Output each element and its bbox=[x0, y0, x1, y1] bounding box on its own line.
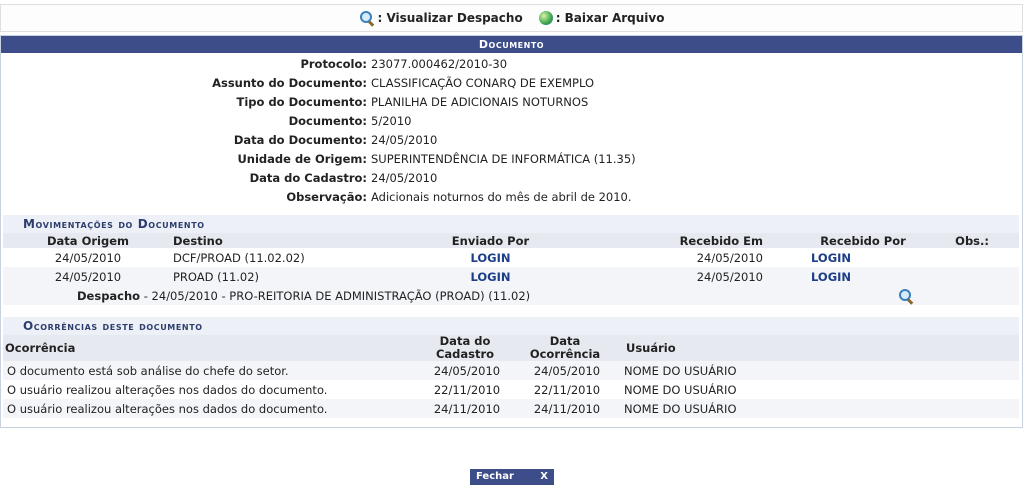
col-recebido-em: Recebido Em bbox=[623, 233, 793, 248]
col-enviado-por: Enviado Por bbox=[358, 233, 623, 248]
table-row: O documento está sob análise do chefe do… bbox=[3, 361, 1019, 380]
despacho-text: - 24/05/2010 - PRO-REITORIA DE ADMINISTR… bbox=[140, 288, 531, 303]
document-details: Protocolo: 23077.000462/2010-30 Assunto … bbox=[1, 55, 1022, 207]
sender-login-link[interactable]: LOGIN bbox=[470, 270, 510, 284]
cell-ocorrencia: O documento está sob análise do chefe do… bbox=[3, 361, 420, 380]
document-panel: Documento Protocolo: 23077.000462/2010-3… bbox=[0, 35, 1023, 428]
document-caption: Documento bbox=[1, 36, 1022, 53]
detail-value: Adicionais noturnos do mês de abril de 2… bbox=[371, 190, 632, 204]
cell-ocorrencia: O usuário realizou alterações nos dados … bbox=[7, 382, 328, 397]
cell-destino: PROAD (11.02) bbox=[173, 267, 358, 286]
cell-usuario: NOME DO USUÁRIO bbox=[620, 399, 1019, 418]
col-data-ocorrencia-line1: Data bbox=[549, 334, 581, 348]
table-row: O usuário realizou alterações nos dados … bbox=[3, 380, 1019, 399]
movements-caption: Movimentações do Documento bbox=[3, 215, 1019, 233]
view-despacho-icon[interactable] bbox=[898, 288, 914, 304]
detail-value: 5/2010 bbox=[371, 114, 412, 128]
detail-value: 24/05/2010 bbox=[371, 171, 438, 185]
cell-data-cadastro: 24/05/2010 bbox=[420, 361, 510, 380]
detail-row-observacao: Observação: Adicionais noturnos do mês d… bbox=[1, 188, 1022, 207]
col-ocorrencia: Ocorrência bbox=[3, 335, 420, 361]
detail-label: Documento: bbox=[288, 114, 367, 128]
view-despacho-label[interactable]: : Visualizar Despacho bbox=[378, 11, 523, 25]
col-obs: Obs.: bbox=[933, 233, 1019, 248]
detail-value: CLASSIFICAÇÃO CONARQ DE EXEMPLO bbox=[371, 76, 595, 90]
detail-label: Observação: bbox=[286, 190, 367, 204]
despacho-row: Despacho - 24/05/2010 - PRO-REITORIA DE … bbox=[3, 286, 1019, 305]
occurrences-caption: Ocorrências deste documento bbox=[3, 317, 1019, 335]
detail-label: Data do Documento: bbox=[233, 133, 367, 147]
action-toolbar: : Visualizar Despacho : Baixar Arquivo bbox=[0, 4, 1023, 32]
col-data-cadastro-line1: Data do bbox=[439, 334, 491, 348]
table-row: 24/05/2010 PROAD (11.02) LOGIN 24/05/201… bbox=[3, 267, 1019, 286]
detail-value: SUPERINTENDÊNCIA DE INFORMÁTICA (11.35) bbox=[371, 152, 636, 166]
col-destino: Destino bbox=[173, 233, 358, 248]
cell-destino: DCF/PROAD (11.02.02) bbox=[173, 250, 305, 265]
detail-label: Protocolo: bbox=[300, 57, 367, 71]
detail-value: PLANILHA DE ADICIONAIS NOTURNOS bbox=[371, 95, 589, 109]
close-button[interactable]: Fechar X bbox=[470, 469, 554, 485]
col-data-cadastro-line2: Cadastro bbox=[435, 347, 495, 361]
magnifier-icon[interactable] bbox=[359, 10, 375, 26]
movements-table: Data Origem Destino Enviado Por Recebido… bbox=[3, 233, 1019, 305]
table-row: O usuário realizou alterações nos dados … bbox=[3, 399, 1019, 418]
cell-data-origem: 24/05/2010 bbox=[54, 250, 122, 265]
cell-usuario: NOME DO USUÁRIO bbox=[624, 382, 737, 397]
view-despacho-link[interactable]: : Visualizar Despacho bbox=[359, 10, 523, 26]
detail-row-data-cadastro: Data do Cadastro: 24/05/2010 bbox=[1, 169, 1022, 188]
detail-label: Unidade de Origem: bbox=[237, 152, 367, 166]
cell-data-ocorrencia: 24/11/2010 bbox=[510, 399, 620, 418]
globe-download-icon[interactable] bbox=[538, 11, 553, 25]
detail-label: Data do Cadastro: bbox=[249, 171, 367, 185]
cell-data-ocorrencia: 22/11/2010 bbox=[533, 382, 601, 397]
detail-label: Assunto do Documento: bbox=[212, 76, 367, 90]
cell-recebido-em: 24/05/2010 bbox=[623, 267, 793, 286]
receiver-login-link[interactable]: LOGIN bbox=[811, 270, 851, 284]
detail-row-data-documento: Data do Documento: 24/05/2010 bbox=[1, 131, 1022, 150]
cell-ocorrencia: O usuário realizou alterações nos dados … bbox=[3, 399, 420, 418]
cell-usuario: NOME DO USUÁRIO bbox=[620, 361, 1019, 380]
detail-label: Tipo do Documento: bbox=[236, 95, 367, 109]
detail-row-documento: Documento: 5/2010 bbox=[1, 112, 1022, 131]
close-icon[interactable]: X bbox=[540, 469, 548, 485]
despacho-label: Despacho bbox=[77, 288, 141, 303]
receiver-login-link[interactable]: LOGIN bbox=[811, 251, 851, 265]
col-data-origem: Data Origem bbox=[3, 233, 173, 248]
download-file-label[interactable]: : Baixar Arquivo bbox=[556, 11, 665, 25]
col-data-ocorrencia-line2: Ocorrência bbox=[529, 347, 601, 361]
cell-data-origem: 24/05/2010 bbox=[3, 267, 173, 286]
sender-login-link[interactable]: LOGIN bbox=[470, 251, 510, 265]
cell-recebido-em: 24/05/2010 bbox=[696, 250, 763, 265]
close-button-label[interactable]: Fechar bbox=[476, 469, 514, 485]
detail-row-tipo: Tipo do Documento: PLANILHA DE ADICIONAI… bbox=[1, 93, 1022, 112]
detail-value: 24/05/2010 bbox=[371, 133, 438, 147]
col-usuario: Usuário bbox=[620, 335, 1019, 361]
occurrences-table: Ocorrência Data do Cadastro Data Ocorrên… bbox=[3, 335, 1019, 418]
cell-data-ocorrencia: 24/05/2010 bbox=[510, 361, 620, 380]
table-row: 24/05/2010 DCF/PROAD (11.02.02) LOGIN 24… bbox=[3, 248, 1019, 267]
detail-row-unidade: Unidade de Origem: SUPERINTENDÊNCIA DE I… bbox=[1, 150, 1022, 169]
col-data-cadastro: Data do Cadastro bbox=[420, 335, 510, 361]
detail-row-assunto: Assunto do Documento: CLASSIFICAÇÃO CONA… bbox=[1, 74, 1022, 93]
download-file-link[interactable]: : Baixar Arquivo bbox=[538, 11, 665, 25]
detail-row-protocolo: Protocolo: 23077.000462/2010-30 bbox=[1, 55, 1022, 74]
cell-data-cadastro: 22/11/2010 bbox=[433, 382, 501, 397]
col-recebido-por: Recebido Por bbox=[793, 233, 933, 248]
col-data-ocorrencia: Data Ocorrência bbox=[510, 335, 620, 361]
detail-value: 23077.000462/2010-30 bbox=[371, 57, 508, 71]
cell-data-cadastro: 24/11/2010 bbox=[420, 399, 510, 418]
